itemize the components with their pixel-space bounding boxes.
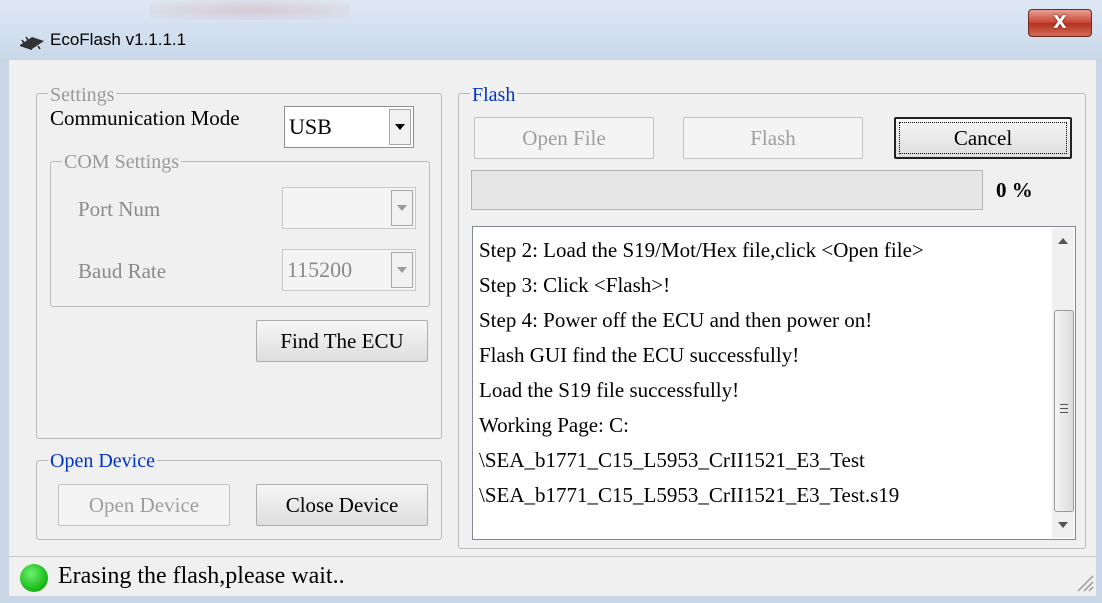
window-title: EcoFlash v1.1.1.1 (50, 30, 187, 49)
port-num-label: Port Num (78, 197, 161, 221)
baud-rate-select[interactable]: 115200 (282, 249, 416, 291)
status-indicator-icon (20, 564, 48, 592)
open-device-button[interactable]: Open Device (58, 484, 230, 526)
log-line: Flash GUI find the ECU successfully! (479, 343, 800, 367)
communication-mode-value: USB (289, 114, 332, 139)
port-num-dropdown-button[interactable] (391, 190, 413, 226)
flash-log-textarea[interactable]: Step 2: Load the S19/Mot/Hex file,click … (472, 226, 1076, 540)
grip-line (1060, 404, 1068, 405)
chevron-down-icon (397, 205, 407, 211)
log-line: Step 2: Load the S19/Mot/Hex file,click … (479, 238, 924, 262)
status-text: Erasing the flash,please wait.. (58, 563, 345, 589)
log-vertical-scrollbar[interactable] (1052, 228, 1074, 538)
resize-grip-icon[interactable] (1074, 572, 1094, 592)
grip-line (1060, 408, 1068, 409)
progress-percent-label: 0 % (996, 178, 1033, 202)
scroll-up-arrow-icon[interactable] (1058, 238, 1068, 244)
log-line: Step 3: Click <Flash>! (479, 273, 671, 297)
communication-mode-select[interactable]: USB (284, 106, 414, 148)
log-line: Working Page: C: (479, 413, 629, 437)
chevron-down-icon (395, 124, 405, 130)
flash-button[interactable]: Flash (683, 117, 863, 159)
open-device-legend: Open Device (48, 450, 157, 472)
com-settings-legend: COM Settings (62, 151, 182, 173)
baud-rate-label: Baud Rate (78, 259, 167, 283)
find-the-ecu-button[interactable]: Find The ECU (256, 320, 428, 362)
chevron-down-icon (397, 267, 407, 273)
flash-legend: Flash (470, 84, 518, 106)
log-line: \SEA_b1771_C15_L5953_CrII1521_E3_Test.s1… (479, 483, 900, 507)
settings-legend: Settings (48, 84, 117, 106)
close-icon: X (1053, 12, 1067, 33)
communication-mode-label: Communication Mode (50, 106, 240, 130)
log-lines: Step 2: Load the S19/Mot/Hex file,click … (479, 233, 1039, 513)
chip-icon (20, 36, 44, 50)
grip-line (1060, 412, 1068, 413)
scroll-down-arrow-icon[interactable] (1058, 522, 1068, 528)
log-line: \SEA_b1771_C15_L5953_CrII1521_E3_Test (479, 448, 865, 472)
log-line: Step 4: Power off the ECU and then power… (479, 308, 873, 332)
cancel-button[interactable]: Cancel (894, 117, 1072, 159)
close-window-button[interactable]: X (1028, 9, 1092, 37)
flash-progress-bar (471, 170, 983, 210)
communication-mode-dropdown-button[interactable] (389, 109, 411, 145)
title-bar-shadow (150, 0, 350, 20)
port-num-select[interactable] (282, 187, 416, 229)
cancel-button-label: Cancel (953, 126, 1013, 150)
baud-rate-value: 115200 (287, 257, 353, 282)
scroll-thumb[interactable] (1054, 310, 1074, 512)
baud-rate-dropdown-button[interactable] (391, 252, 413, 288)
close-device-button[interactable]: Close Device (256, 484, 428, 526)
log-line: Load the S19 file successfully! (479, 378, 740, 402)
open-file-button[interactable]: Open File (474, 117, 654, 159)
